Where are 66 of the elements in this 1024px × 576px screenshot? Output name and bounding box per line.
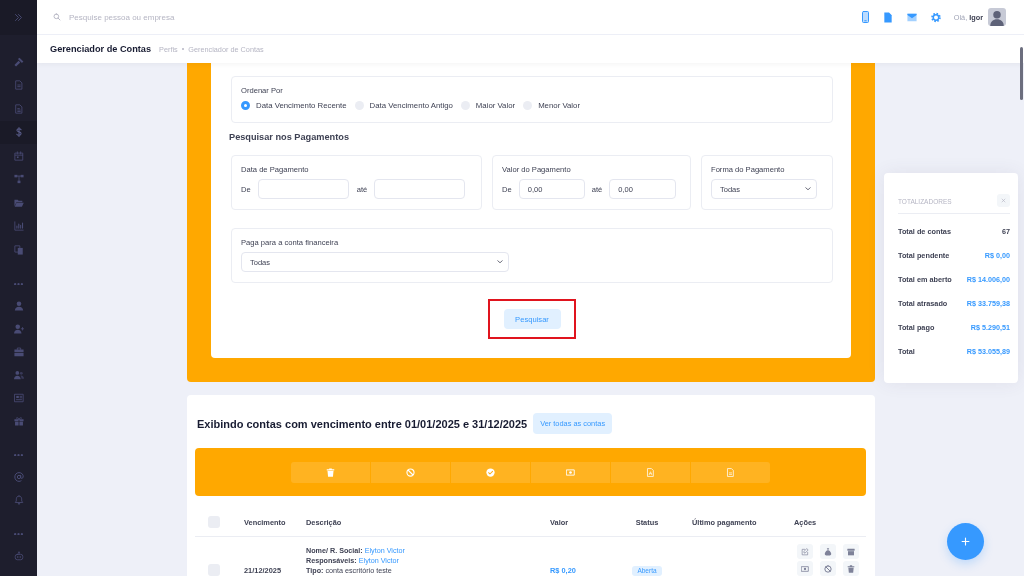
search-icon bbox=[53, 13, 61, 21]
more-dots-icon bbox=[14, 532, 23, 535]
scrollbar-thumb[interactable] bbox=[1020, 47, 1023, 100]
sidebar-item[interactable] bbox=[0, 120, 37, 144]
robot-icon bbox=[13, 551, 24, 561]
dollar-icon bbox=[13, 127, 24, 138]
document-icon bbox=[13, 80, 24, 91]
trash-icon bbox=[326, 467, 335, 477]
document-icon bbox=[13, 103, 24, 114]
plus-icon bbox=[961, 537, 970, 546]
radio-button[interactable] bbox=[241, 100, 250, 110]
delete-button[interactable] bbox=[843, 561, 859, 576]
payment-button[interactable] bbox=[531, 461, 610, 483]
gift-icon bbox=[13, 416, 24, 426]
file-icon bbox=[726, 467, 735, 477]
archive-box-icon bbox=[847, 547, 855, 556]
bar-chart-icon bbox=[13, 221, 24, 232]
page-title: Gerenciador de Contas bbox=[50, 44, 152, 54]
at-sign-icon bbox=[13, 472, 24, 482]
add-button[interactable] bbox=[947, 523, 984, 560]
phone-icon[interactable] bbox=[861, 11, 869, 23]
mail-icon[interactable] bbox=[906, 11, 917, 23]
close-button[interactable] bbox=[997, 194, 1010, 207]
users-icon bbox=[13, 370, 24, 380]
payment-button[interactable] bbox=[797, 561, 813, 576]
pdf-file-icon bbox=[646, 467, 655, 477]
pencil-square-icon bbox=[801, 547, 809, 556]
delete-button[interactable] bbox=[291, 461, 370, 483]
user-plus-icon bbox=[13, 324, 24, 334]
cancel-button[interactable] bbox=[820, 561, 836, 576]
calendar-icon bbox=[13, 150, 24, 161]
section-title: Exibindo contas com vencimento entre 01/01/2025 e 31/12/2025 bbox=[197, 416, 528, 431]
money-bag-icon bbox=[824, 547, 832, 556]
close-icon bbox=[1001, 198, 1006, 203]
sitemap-icon bbox=[13, 174, 24, 185]
archive-button[interactable] bbox=[843, 544, 859, 559]
hammer-icon bbox=[13, 56, 24, 67]
user-icon bbox=[13, 301, 24, 311]
edit-button[interactable] bbox=[797, 544, 813, 559]
check-circle-icon bbox=[486, 467, 495, 477]
ban-icon bbox=[824, 564, 832, 573]
more-dots-icon bbox=[14, 453, 23, 456]
approve-button[interactable] bbox=[451, 461, 530, 483]
date-input[interactable] bbox=[374, 179, 466, 199]
chevrons-right-icon[interactable] bbox=[14, 13, 23, 22]
banknote-icon bbox=[566, 467, 575, 477]
avatar-icon[interactable] bbox=[988, 8, 1006, 26]
copy-icon bbox=[13, 244, 24, 255]
money-bag-button[interactable] bbox=[820, 544, 836, 559]
caret-icon bbox=[497, 260, 503, 264]
date-input[interactable] bbox=[257, 179, 349, 199]
settings-icon[interactable] bbox=[930, 11, 941, 23]
banknote-icon bbox=[801, 564, 809, 573]
trash-icon bbox=[847, 564, 855, 573]
more-dots-icon bbox=[14, 282, 23, 285]
file-button[interactable] bbox=[691, 461, 770, 483]
pdf-button[interactable] bbox=[611, 461, 690, 483]
briefcase-icon bbox=[13, 347, 24, 357]
card-icon bbox=[13, 393, 24, 403]
section-heading: Pesquisar nos Pagamentos bbox=[229, 131, 349, 143]
block-button[interactable] bbox=[371, 461, 450, 483]
file-icon[interactable] bbox=[882, 11, 893, 23]
bell-icon bbox=[13, 495, 24, 505]
caret-icon bbox=[805, 187, 811, 191]
folder-icon bbox=[13, 197, 24, 208]
ban-icon bbox=[406, 467, 415, 477]
